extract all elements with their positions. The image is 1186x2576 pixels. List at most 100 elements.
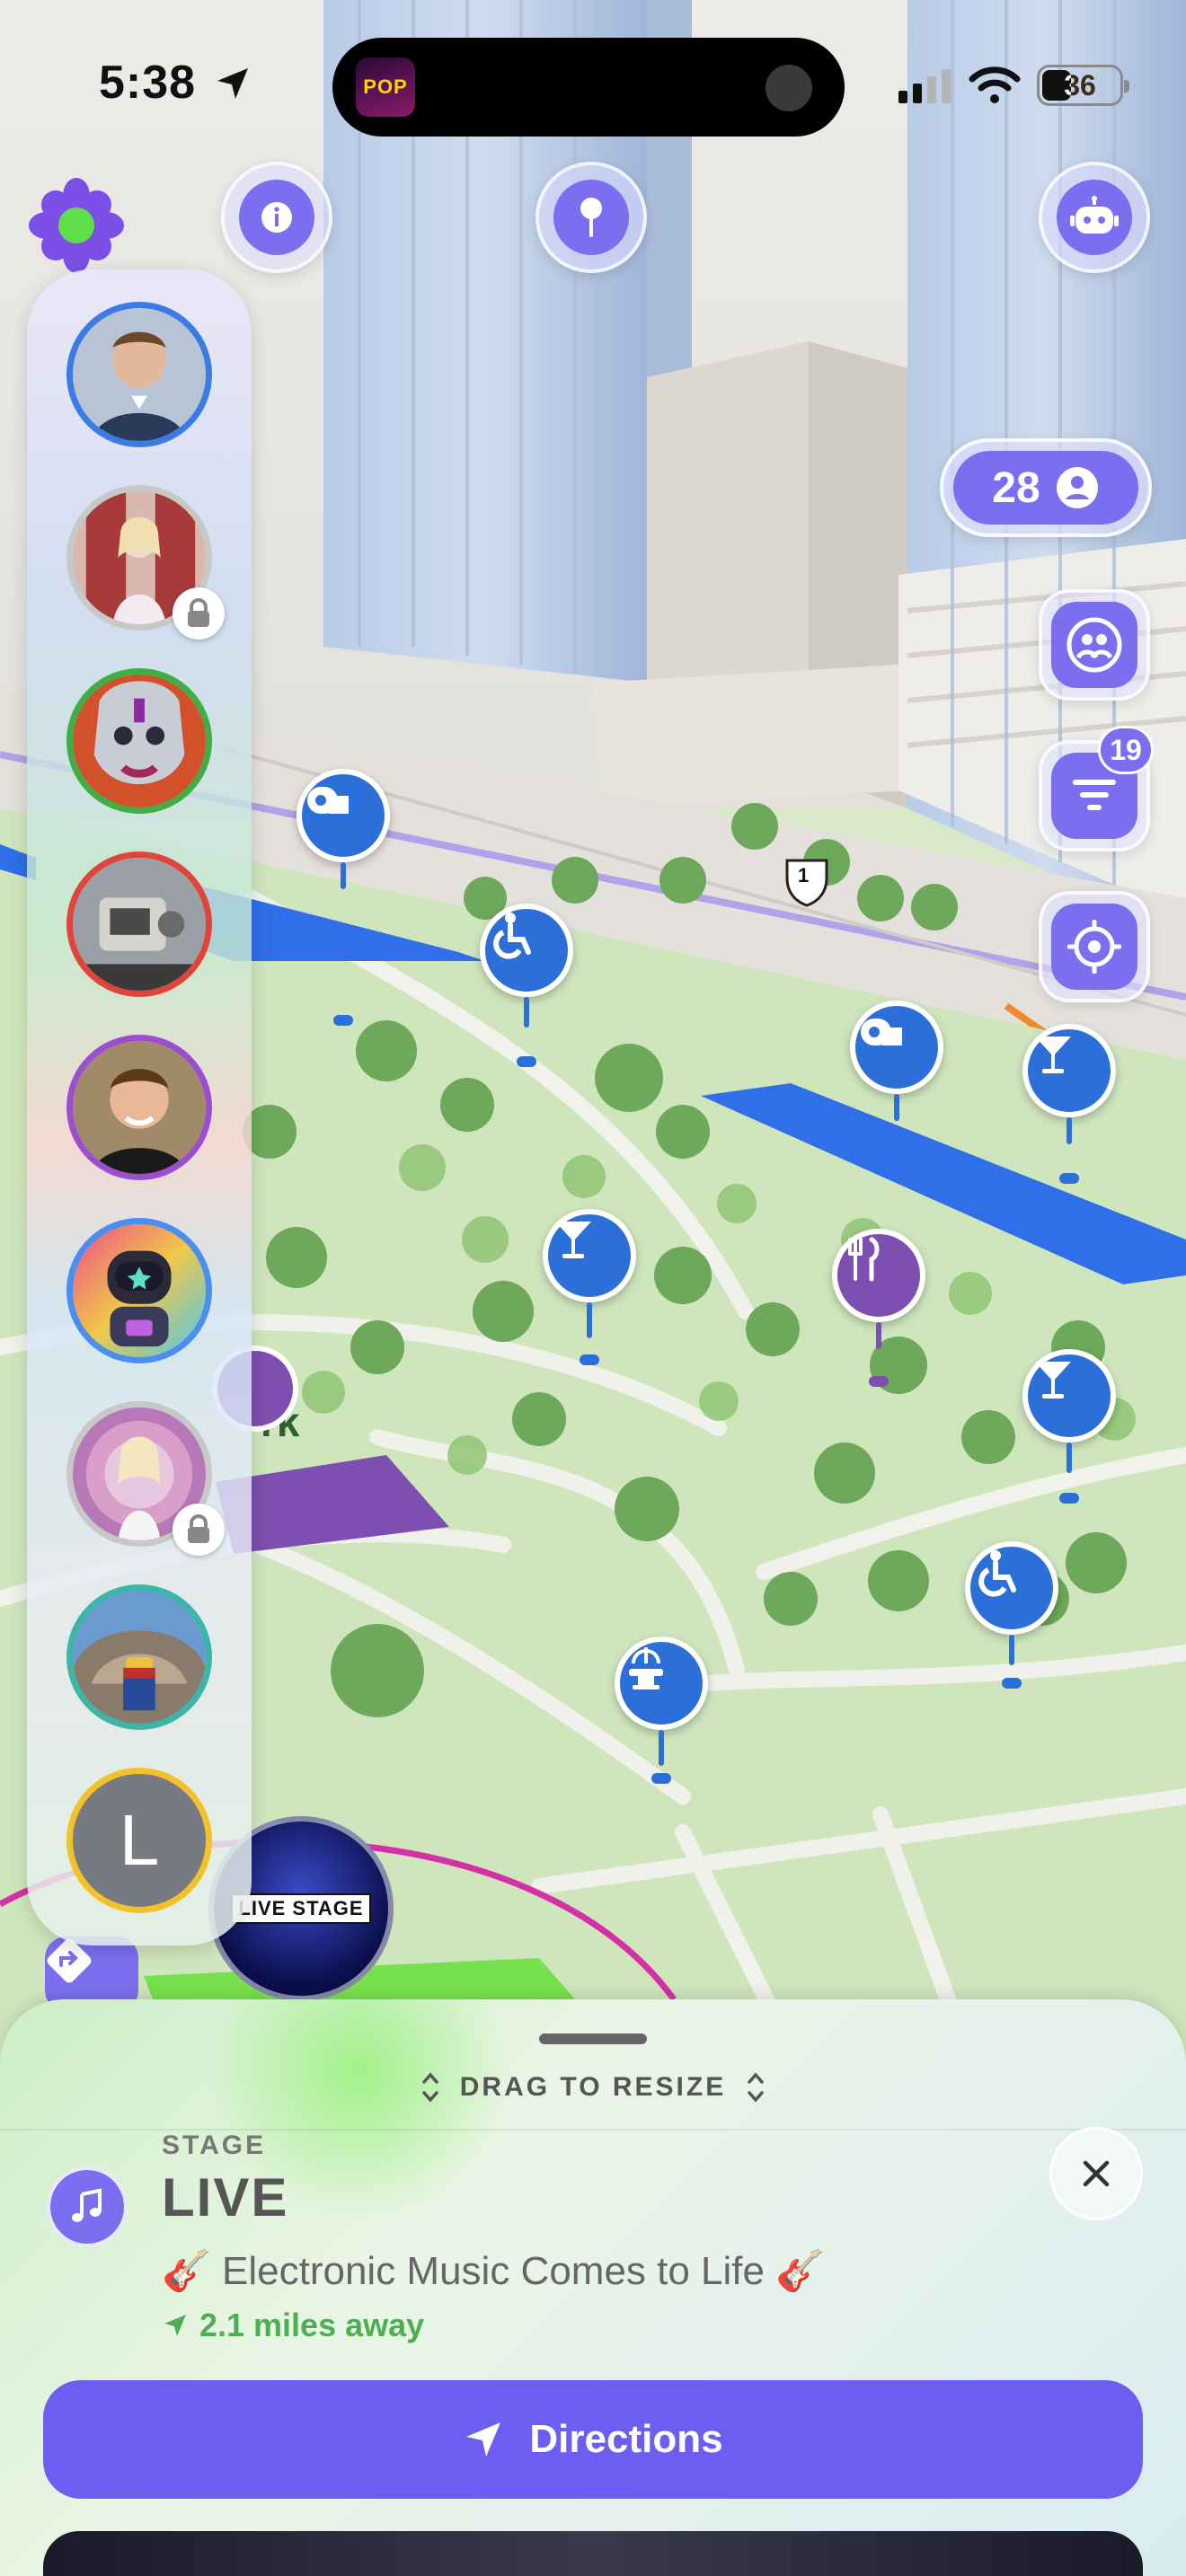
lock-icon: [188, 598, 209, 627]
camera-indicator: [766, 65, 812, 111]
friend-avatar-9[interactable]: L: [66, 1768, 212, 1913]
pin-stem: [1009, 1635, 1014, 1665]
chevron-up-down-icon: [422, 2072, 438, 2103]
restroom-pin[interactable]: [850, 1001, 943, 1094]
pin-dot: [1059, 1493, 1079, 1504]
accessibility-pin[interactable]: [480, 904, 573, 997]
group-icon: [1067, 617, 1122, 673]
cocktail-icon: [1035, 1037, 1071, 1073]
filter-icon: [1073, 780, 1116, 810]
fountain-icon: [629, 1647, 663, 1689]
directions-label: Directions: [529, 2417, 723, 2461]
event-category: STAGE: [162, 2130, 267, 2160]
toilet-paper-icon: [307, 787, 349, 814]
water-fountain-pin[interactable]: [615, 1636, 708, 1730]
drop-pin-button[interactable]: [535, 162, 647, 273]
location-arrow-icon: [217, 68, 248, 99]
bar-pin[interactable]: [543, 1209, 636, 1302]
cellular-signal-icon: [898, 69, 951, 103]
info-icon: [261, 202, 292, 233]
battery-indicator: 36: [1037, 65, 1129, 106]
info-button[interactable]: [221, 162, 332, 273]
pin-stem: [1067, 1117, 1072, 1144]
people-count-button[interactable]: 28: [940, 438, 1152, 537]
chevron-up-down-icon: [748, 2072, 764, 2103]
friend-avatar-1[interactable]: [66, 302, 212, 447]
friend-avatar-5[interactable]: [66, 1035, 212, 1180]
live-stage-label: LIVE STAGE: [231, 1893, 371, 1924]
locked-profile-indicator: [173, 587, 225, 640]
pin-dot: [517, 1056, 536, 1067]
pin-dot: [333, 1015, 353, 1026]
friend-avatar-4[interactable]: [66, 851, 212, 997]
close-button[interactable]: [1049, 2127, 1143, 2220]
friend-avatar-8[interactable]: [66, 1584, 212, 1730]
avatar: [66, 668, 212, 814]
recenter-button[interactable]: [1039, 891, 1150, 1002]
ai-assistant-button[interactable]: [1039, 162, 1150, 273]
locked-profile-indicator: [173, 1504, 225, 1556]
now-playing-art-text: POP: [363, 75, 408, 98]
status-time: 5:38: [99, 57, 197, 109]
drag-to-resize-hint[interactable]: DRAG TO RESIZE: [0, 2069, 1186, 2105]
food-pin[interactable]: [832, 1229, 925, 1322]
pin-stem: [894, 1094, 899, 1121]
toilet-paper-icon: [861, 1019, 902, 1045]
letter-avatar: L: [66, 1768, 212, 1913]
friend-avatar-6[interactable]: [66, 1218, 212, 1363]
avatar: [66, 1584, 212, 1730]
friend-avatar-7[interactable]: [66, 1401, 225, 1556]
dynamic-island[interactable]: POP: [332, 38, 845, 137]
event-title: LIVE: [162, 2167, 289, 2228]
sheet-grabber[interactable]: [539, 2033, 647, 2044]
pin-stem: [341, 862, 346, 889]
filter-count-badge: 19: [1098, 726, 1154, 774]
robot-icon: [1070, 196, 1119, 234]
crosshair-icon: [1067, 920, 1121, 974]
flower-logo-icon[interactable]: [27, 176, 126, 275]
friend-avatar-3[interactable]: [66, 668, 212, 814]
pin-dot: [1002, 1678, 1022, 1689]
friend-avatar-2[interactable]: [66, 485, 225, 640]
highway-shield-label: 1: [798, 864, 810, 887]
event-media-preview[interactable]: [43, 2531, 1143, 2576]
pin-dot: [869, 1376, 889, 1387]
navigation-arrow-icon: [466, 2422, 501, 2457]
distance-text: 2.1 miles away: [199, 2307, 425, 2343]
person-icon: [1056, 467, 1098, 508]
avatar: [66, 851, 212, 997]
bar-pin[interactable]: [1022, 1024, 1116, 1117]
pin-stem: [524, 997, 529, 1028]
avatar: [66, 1218, 212, 1363]
friends-button[interactable]: [1039, 589, 1150, 701]
now-playing-artwork: POP: [356, 57, 415, 117]
music-note-icon: [47, 2166, 128, 2247]
fork-knife-icon: [848, 1237, 880, 1282]
wifi-icon: [969, 66, 1021, 103]
avatar: [66, 1035, 212, 1180]
lock-icon: [188, 1514, 209, 1543]
friends-sidebar[interactable]: L: [27, 269, 252, 1945]
pin-dot: [651, 1773, 671, 1784]
restroom-pin[interactable]: [296, 769, 390, 862]
pin-stem: [587, 1302, 592, 1338]
people-count: 28: [992, 463, 1040, 512]
bar-pin[interactable]: [1022, 1349, 1116, 1442]
cocktail-icon: [555, 1222, 591, 1258]
wheelchair-icon: [978, 1550, 1016, 1597]
avatar: [66, 302, 212, 447]
accessibility-pin[interactable]: [965, 1541, 1058, 1635]
close-icon: [1083, 2160, 1110, 2187]
cocktail-icon: [1035, 1362, 1071, 1398]
wheelchair-icon: [493, 913, 531, 959]
pin-dot: [580, 1354, 599, 1365]
pin-stem: [876, 1322, 881, 1349]
status-indicators: 36: [897, 63, 1129, 108]
directions-button[interactable]: Directions: [43, 2380, 1143, 2499]
event-subtitle: 🎸 Electronic Music Comes to Life 🎸: [162, 2249, 826, 2293]
event-distance: 2.1 miles away: [162, 2307, 424, 2344]
battery-level: 36: [1064, 68, 1096, 101]
location-arrow-icon: [164, 2315, 186, 2336]
drag-label: DRAG TO RESIZE: [459, 2072, 727, 2102]
filter-button[interactable]: 19: [1039, 726, 1154, 851]
